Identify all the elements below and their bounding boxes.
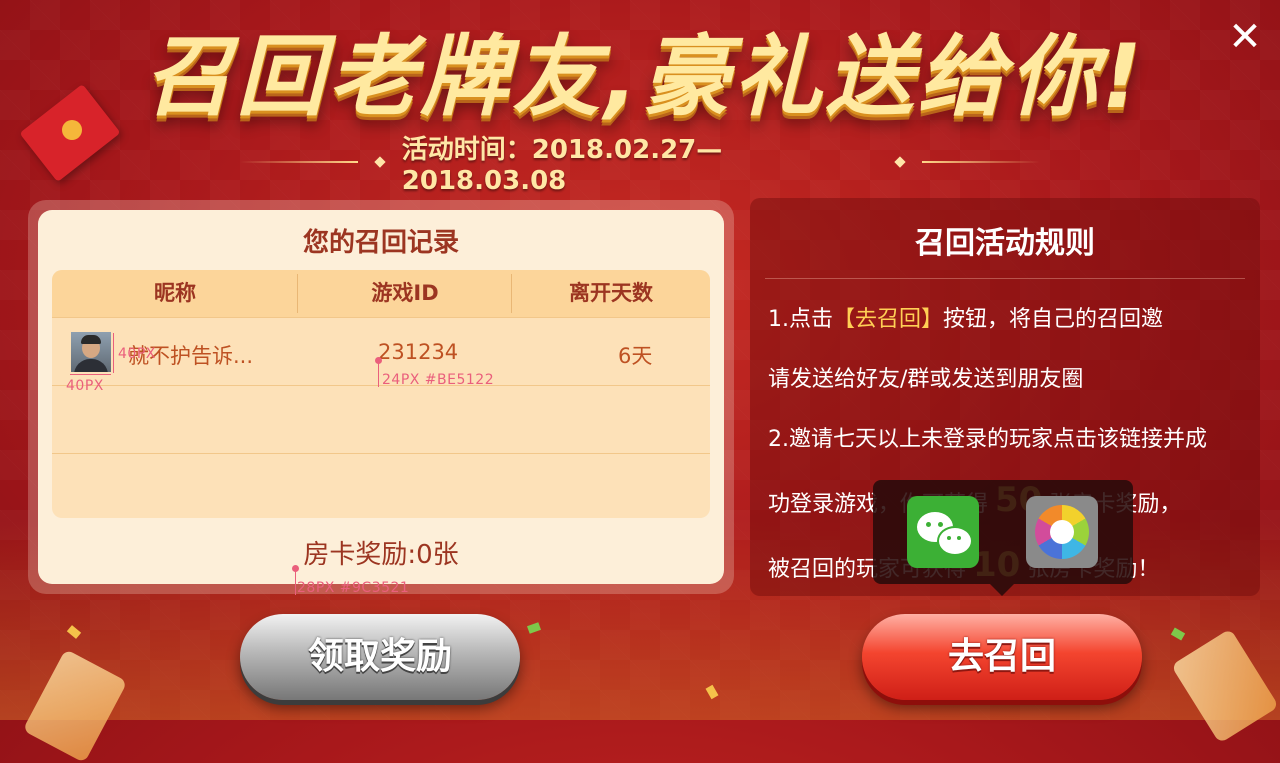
headline-banner: 召回老牌友,豪礼送给你! — [144, 25, 1146, 128]
share-wechat-button[interactable] — [907, 496, 979, 568]
table-header: 昵称 游戏ID 离开天数 — [52, 270, 710, 317]
rule-line: 1.点击【去召回】按钮，将自己的召回邀 — [768, 290, 1250, 350]
annotation-guide — [378, 361, 379, 387]
column-header-days-away: 离开天数 — [569, 281, 653, 305]
recall-record-table: 昵称 游戏ID 离开天数 就不护告诉... 231234 6天 — [52, 270, 710, 518]
date-divider-right — [922, 161, 1041, 163]
room-card-reward: 房卡奖励:0张 — [303, 540, 459, 570]
annotation-row-text: 24PX #BE5122 — [382, 372, 495, 388]
annotation-guide — [295, 569, 296, 595]
annotation-avatar-width: 40PX — [66, 378, 104, 394]
activity-date-row: 活动时间：2018.02.27—2018.03.08 — [240, 135, 1041, 196]
table-row-empty — [52, 385, 710, 453]
moments-icon-center — [1050, 520, 1074, 544]
recall-button[interactable]: 去召回 — [862, 614, 1142, 700]
column-header-game-id: 游戏ID — [298, 270, 512, 317]
annotation-guide — [113, 333, 114, 373]
avatar — [71, 332, 111, 372]
rule-text: 按钮，将自己的召回邀 — [943, 307, 1164, 332]
row-game-id: 231234 — [378, 340, 459, 364]
rule-highlight: 【去召回】 — [833, 307, 944, 332]
annotation-avatar-height: 40PX — [118, 346, 156, 362]
annotation-reward-text: 28PX #9C3521 — [297, 580, 410, 596]
rule-line: 请发送给好友/群或发送到朋友圈 — [768, 367, 1084, 392]
date-divider-left — [240, 161, 358, 163]
recall-record-title: 您的召回记录 — [302, 228, 459, 258]
share-moments-button[interactable] — [1026, 496, 1098, 568]
recall-rules-title: 召回活动规则 — [915, 226, 1095, 261]
rule-text: 1.点击 — [768, 307, 833, 332]
diamond-icon — [374, 156, 386, 168]
rule-line: 2.邀请七天以上未登录的玩家点击该链接并成 — [768, 427, 1207, 452]
rules-divider — [765, 278, 1245, 279]
column-header-nickname: 昵称 — [52, 270, 298, 317]
claim-reward-button[interactable]: 领取奖励 — [240, 614, 520, 700]
close-icon: ✕ — [1228, 14, 1262, 60]
activity-date: 活动时间：2018.02.27—2018.03.08 — [401, 134, 723, 196]
table-row-empty — [52, 453, 710, 518]
share-popover-arrow — [990, 584, 1014, 596]
envelope-seal-decoration — [62, 120, 82, 140]
close-button[interactable]: ✕ — [1224, 16, 1266, 58]
annotation-guide — [70, 374, 111, 375]
diamond-icon — [894, 156, 906, 168]
row-days-away: 6天 — [618, 344, 653, 368]
